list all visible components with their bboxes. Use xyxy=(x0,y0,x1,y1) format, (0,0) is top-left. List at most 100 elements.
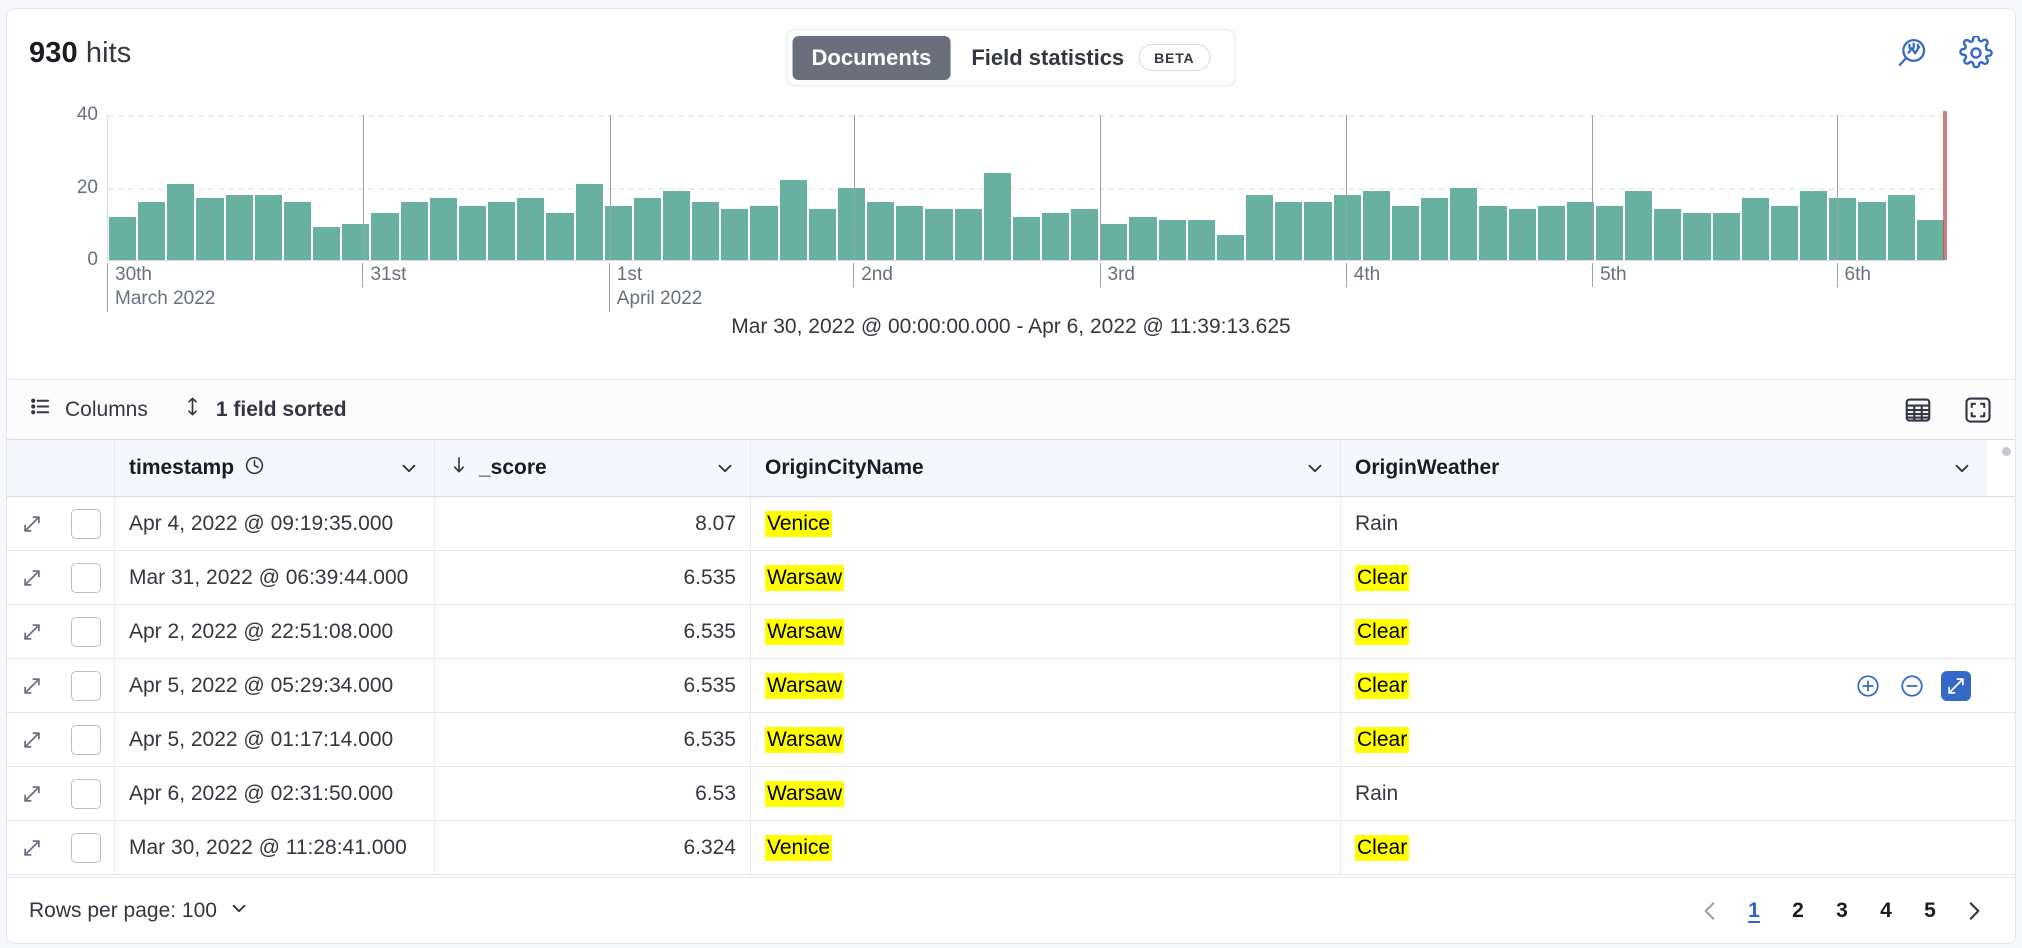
expand-row-button[interactable] xyxy=(7,767,57,820)
cell-originweather[interactable]: Clear xyxy=(1341,821,1987,874)
histogram-bar[interactable] xyxy=(517,198,544,260)
histogram-bar[interactable] xyxy=(809,209,836,260)
row-checkbox[interactable] xyxy=(71,725,101,755)
histogram-bar[interactable] xyxy=(1275,202,1302,260)
histogram-bar[interactable] xyxy=(196,198,223,260)
histogram-bar[interactable] xyxy=(1100,224,1127,260)
cell-timestamp[interactable]: Mar 31, 2022 @ 06:39:44.000 xyxy=(115,551,435,604)
cell-timestamp[interactable]: Apr 5, 2022 @ 05:29:34.000 xyxy=(115,659,435,712)
histogram-bar[interactable] xyxy=(284,202,311,260)
tab-field-statistics[interactable]: Field statistics BETA xyxy=(952,35,1229,80)
histogram-bar[interactable] xyxy=(1713,213,1740,260)
histogram-bar[interactable] xyxy=(984,173,1011,260)
histogram-bar[interactable] xyxy=(634,198,661,260)
grid-scrollbar[interactable] xyxy=(1987,440,2015,496)
histogram-bar[interactable] xyxy=(1450,188,1477,261)
cell-origincityname[interactable]: Warsaw xyxy=(751,605,1341,658)
column-header-origincityname[interactable]: OriginCityName xyxy=(751,440,1341,496)
row-checkbox[interactable] xyxy=(71,617,101,647)
histogram-bar[interactable] xyxy=(1013,217,1040,261)
cell-origincityname[interactable]: Warsaw xyxy=(751,659,1341,712)
histogram-bar[interactable] xyxy=(313,227,340,260)
histogram-bar[interactable] xyxy=(1304,202,1331,260)
cell-originweather[interactable]: Rain xyxy=(1341,767,1987,820)
chevron-down-icon[interactable] xyxy=(1304,457,1326,479)
scrollbar-thumb[interactable] xyxy=(2002,447,2011,456)
inspect-icon[interactable] xyxy=(1895,36,1929,70)
column-header-originweather[interactable]: OriginWeather xyxy=(1341,440,1987,496)
chevron-down-icon[interactable] xyxy=(1951,457,1973,479)
table-row[interactable]: Apr 5, 2022 @ 01:17:14.0006.535WarsawCle… xyxy=(7,713,2015,767)
histogram-bar[interactable] xyxy=(925,209,952,260)
cell-originweather[interactable]: Clear xyxy=(1341,605,1987,658)
pagination-page-1[interactable]: 1 xyxy=(1735,890,1773,932)
histogram-bar[interactable] xyxy=(1771,206,1798,260)
histogram-bar[interactable] xyxy=(1888,195,1915,260)
histogram-bar[interactable] xyxy=(109,217,136,261)
table-row[interactable]: Apr 6, 2022 @ 02:31:50.0006.53WarsawRain xyxy=(7,767,2015,821)
table-row[interactable]: Mar 30, 2022 @ 11:28:41.0006.324VeniceCl… xyxy=(7,821,2015,875)
histogram-bar[interactable] xyxy=(1071,209,1098,260)
histogram-chart[interactable]: 0 20 40 xyxy=(107,115,1945,261)
cell-originweather[interactable]: Clear xyxy=(1341,659,1987,712)
row-checkbox[interactable] xyxy=(71,563,101,593)
histogram-bar[interactable] xyxy=(1625,191,1652,260)
histogram-bar[interactable] xyxy=(1159,220,1186,260)
histogram-bar[interactable] xyxy=(1858,202,1885,260)
cell-origincityname[interactable]: Warsaw xyxy=(751,551,1341,604)
column-header-timestamp[interactable]: timestamp xyxy=(115,440,435,496)
histogram-bar[interactable] xyxy=(1567,202,1594,260)
cell-timestamp[interactable]: Apr 5, 2022 @ 01:17:14.000 xyxy=(115,713,435,766)
table-row[interactable]: Apr 2, 2022 @ 22:51:08.0006.535WarsawCle… xyxy=(7,605,2015,659)
histogram-bar[interactable] xyxy=(780,180,807,260)
cell-score[interactable]: 6.535 xyxy=(435,551,751,604)
histogram-bar[interactable] xyxy=(955,209,982,260)
histogram-bar[interactable] xyxy=(371,213,398,260)
cell-timestamp[interactable]: Apr 6, 2022 @ 02:31:50.000 xyxy=(115,767,435,820)
pagination-prev-button[interactable] xyxy=(1691,890,1729,932)
histogram-bar[interactable] xyxy=(1479,206,1506,260)
expand-row-button[interactable] xyxy=(7,497,57,550)
row-checkbox[interactable] xyxy=(71,671,101,701)
filter-out-icon[interactable] xyxy=(1897,671,1927,701)
pagination-page-2[interactable]: 2 xyxy=(1779,890,1817,932)
histogram-bar[interactable] xyxy=(750,206,777,260)
histogram-bar[interactable] xyxy=(255,195,282,260)
histogram-bar[interactable] xyxy=(838,188,865,261)
chevron-down-icon[interactable] xyxy=(398,457,420,479)
histogram-bar[interactable] xyxy=(1596,206,1623,260)
cell-score[interactable]: 6.324 xyxy=(435,821,751,874)
cell-originweather[interactable]: Clear xyxy=(1341,551,1987,604)
cell-timestamp[interactable]: Apr 2, 2022 @ 22:51:08.000 xyxy=(115,605,435,658)
sort-fields-button[interactable]: 1 field sorted xyxy=(182,395,347,424)
histogram-bar[interactable] xyxy=(167,184,194,260)
row-checkbox[interactable] xyxy=(71,509,101,539)
expand-row-button[interactable] xyxy=(7,659,57,712)
filter-in-icon[interactable] xyxy=(1853,671,1883,701)
histogram-bar[interactable] xyxy=(546,213,573,260)
histogram-bar[interactable] xyxy=(663,191,690,260)
row-checkbox[interactable] xyxy=(71,779,101,809)
cell-origincityname[interactable]: Venice xyxy=(751,497,1341,550)
histogram-bar[interactable] xyxy=(488,202,515,260)
histogram-bar[interactable] xyxy=(1129,217,1156,261)
histogram-bar[interactable] xyxy=(1421,198,1448,260)
expand-row-button[interactable] xyxy=(7,605,57,658)
cell-originweather[interactable]: Rain xyxy=(1341,497,1987,550)
histogram-bar[interactable] xyxy=(1829,198,1856,260)
cell-origincityname[interactable]: Venice xyxy=(751,821,1341,874)
histogram-bar[interactable] xyxy=(692,202,719,260)
cell-timestamp[interactable]: Apr 4, 2022 @ 09:19:35.000 xyxy=(115,497,435,550)
histogram-bar[interactable] xyxy=(1538,206,1565,260)
histogram-bar[interactable] xyxy=(1246,195,1273,260)
tab-documents[interactable]: Documents xyxy=(793,36,951,80)
pagination-page-5[interactable]: 5 xyxy=(1911,890,1949,932)
column-header-score[interactable]: _score xyxy=(435,440,751,496)
histogram-bar[interactable] xyxy=(1654,209,1681,260)
histogram-bar[interactable] xyxy=(459,206,486,260)
expand-row-button[interactable] xyxy=(7,713,57,766)
expand-row-button[interactable] xyxy=(7,551,57,604)
histogram-bar[interactable] xyxy=(1509,209,1536,260)
columns-button[interactable]: Columns xyxy=(29,395,148,424)
histogram-bar[interactable] xyxy=(896,206,923,260)
